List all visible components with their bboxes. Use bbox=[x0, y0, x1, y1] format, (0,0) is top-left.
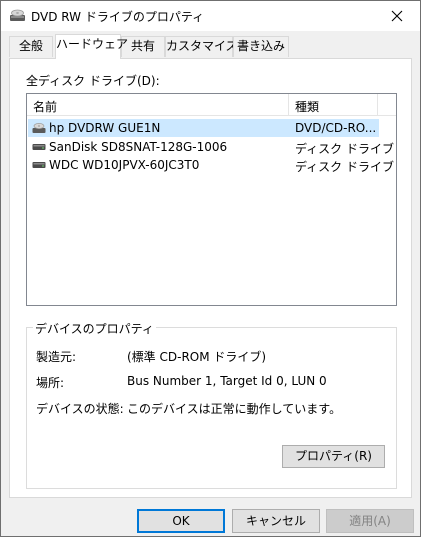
drive-name: hp DVDRW GUE1N bbox=[49, 121, 161, 135]
drive-type: ディスク ドライブ bbox=[295, 160, 394, 174]
cancel-button[interactable]: キャンセル bbox=[232, 509, 320, 533]
column-header-type[interactable]: 種類 bbox=[295, 98, 319, 115]
list-item[interactable]: SanDisk SD8SNAT-128G-1006 ディスク ドライブ bbox=[28, 138, 394, 156]
hardware-tab-panel: 全ディスク ドライブ(D): 名前 種類 hp DVDRW GUE1N DVD/… bbox=[9, 58, 412, 498]
device-status-label: デバイスの状態: bbox=[36, 402, 124, 416]
close-icon bbox=[391, 10, 403, 22]
ok-button[interactable]: OK bbox=[137, 509, 225, 533]
device-properties-group: デバイスのプロパティ 製造元: (標準 CD-ROM ドライブ) 場所: Bus… bbox=[26, 320, 397, 489]
device-status-value: このデバイスは正常に動作しています。 bbox=[127, 402, 342, 416]
dvd-drive-icon bbox=[32, 123, 46, 133]
drive-name: WDC WD10JPVX-60JC3T0 bbox=[49, 158, 200, 172]
list-header: 名前 種類 bbox=[27, 94, 396, 116]
location-value: Bus Number 1, Target Id 0, LUN 0 bbox=[127, 374, 327, 388]
column-header-name[interactable]: 名前 bbox=[33, 98, 57, 115]
list-item[interactable]: hp DVDRW GUE1N DVD/CD-RO... bbox=[28, 119, 379, 137]
list-item[interactable]: WDC WD10JPVX-60JC3T0 ディスク ドライブ bbox=[28, 156, 394, 174]
drive-type: ディスク ドライブ bbox=[295, 142, 394, 156]
window-title: DVD RW ドライブのプロパティ bbox=[31, 10, 205, 24]
disk-drive-icon bbox=[32, 162, 46, 168]
drive-type: DVD/CD-RO... bbox=[295, 121, 377, 135]
tab-hardware[interactable]: ハードウェア bbox=[55, 34, 128, 59]
tab-general[interactable]: 全般 bbox=[9, 36, 53, 57]
group-title: デバイスのプロパティ bbox=[33, 320, 156, 337]
properties-dialog: DVD RW ドライブのプロパティ 全般 ハードウェア 共有 カスタマイズ 書き… bbox=[0, 0, 421, 537]
tab-strip: 全般 ハードウェア 共有 カスタマイズ 書き込み bbox=[1, 31, 420, 59]
disk-drive-icon bbox=[32, 144, 46, 150]
apply-button[interactable]: 適用(A) bbox=[326, 509, 414, 533]
drives-label: 全ディスク ドライブ(D): bbox=[26, 74, 160, 88]
title-bar: DVD RW ドライブのプロパティ bbox=[1, 1, 420, 31]
manufacturer-label: 製造元: bbox=[36, 350, 77, 364]
location-label: 場所: bbox=[36, 376, 65, 390]
manufacturer-value: (標準 CD-ROM ドライブ) bbox=[127, 350, 267, 364]
close-button[interactable] bbox=[374, 1, 420, 31]
properties-button[interactable]: プロパティ(R) bbox=[282, 445, 385, 468]
dvd-drive-icon bbox=[10, 9, 25, 21]
drives-list[interactable]: 名前 種類 hp DVDRW GUE1N DVD/CD-RO... SanDis… bbox=[26, 93, 397, 306]
column-divider[interactable] bbox=[377, 94, 378, 116]
tab-customize[interactable]: カスタマイズ bbox=[165, 36, 238, 57]
drive-name: SanDisk SD8SNAT-128G-1006 bbox=[49, 140, 228, 154]
tab-recording[interactable]: 書き込み bbox=[233, 36, 289, 57]
column-divider[interactable] bbox=[288, 94, 289, 116]
